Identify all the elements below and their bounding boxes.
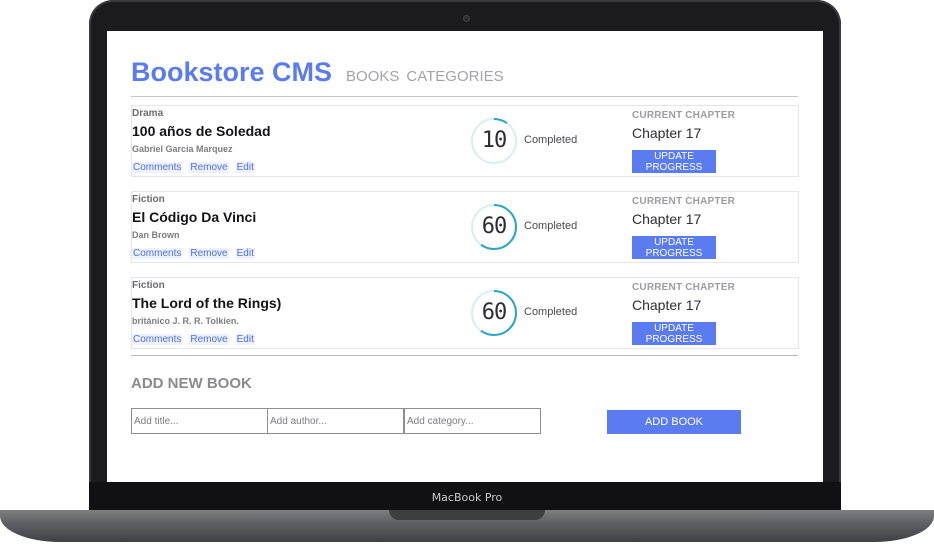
book-title: The Lord of the Rings) xyxy=(132,295,282,311)
laptop-frame: Bookstore CMS BOOKS CATEGORIES Drama 100… xyxy=(0,0,934,554)
edit-button[interactable]: Edit xyxy=(235,248,255,259)
add-book-button[interactable]: ADD BOOK xyxy=(607,410,741,434)
header-divider xyxy=(131,96,798,97)
app-header: Bookstore CMS BOOKS CATEGORIES xyxy=(131,57,511,88)
current-chapter-label: CURRENT CHAPTER xyxy=(632,196,735,207)
progress-label: Completed xyxy=(524,134,578,146)
update-progress-button[interactable]: UPDATE PROGRESS xyxy=(632,236,716,259)
book-category: Fiction xyxy=(132,194,165,205)
current-chapter: Chapter 17 xyxy=(632,297,702,313)
progress-label: Completed xyxy=(524,306,578,318)
progress-percent: 60 xyxy=(481,214,508,239)
book-title: 100 años de Soledad xyxy=(132,123,271,139)
app-screen: Bookstore CMS BOOKS CATEGORIES Drama 100… xyxy=(107,31,823,482)
form-divider xyxy=(131,355,798,356)
book-card: Fiction The Lord of the Rings) británico… xyxy=(131,277,799,349)
edit-button[interactable]: Edit xyxy=(235,334,255,345)
book-author: Gabriel Garcia Marquez xyxy=(132,144,233,154)
app-logo[interactable]: Bookstore CMS xyxy=(131,57,332,88)
comments-button[interactable]: Comments xyxy=(132,162,183,173)
current-chapter-label: CURRENT CHAPTER xyxy=(632,110,735,121)
nav-categories[interactable]: CATEGORIES xyxy=(406,68,503,85)
add-category-input[interactable] xyxy=(404,408,541,434)
comments-button[interactable]: Comments xyxy=(132,248,183,259)
book-author: británico J. R. R. Tolkien. xyxy=(132,316,239,326)
add-title-input[interactable] xyxy=(131,408,268,434)
book-actions: Comments Remove Edit xyxy=(132,248,255,259)
book-title: El Código Da Vinci xyxy=(132,209,257,225)
add-author-input[interactable] xyxy=(267,408,404,434)
book-actions: Comments Remove Edit xyxy=(132,334,255,345)
remove-button[interactable]: Remove xyxy=(189,162,229,173)
book-card: Drama 100 años de Soledad Gabriel Garcia… xyxy=(131,105,799,177)
laptop-notch xyxy=(389,510,545,520)
progress-percent: 10 xyxy=(481,128,508,153)
book-card: Fiction El Código Da Vinci Dan Brown Com… xyxy=(131,191,799,263)
book-category: Drama xyxy=(132,108,164,119)
current-chapter-label: CURRENT CHAPTER xyxy=(632,282,735,293)
edit-button[interactable]: Edit xyxy=(235,162,255,173)
update-progress-button[interactable]: UPDATE PROGRESS xyxy=(632,322,716,345)
progress-label: Completed xyxy=(524,220,578,232)
nav-books[interactable]: BOOKS xyxy=(346,68,399,85)
camera-icon xyxy=(463,15,470,22)
book-actions: Comments Remove Edit xyxy=(132,162,255,173)
progress-percent: 60 xyxy=(481,300,508,325)
update-progress-button[interactable]: UPDATE PROGRESS xyxy=(632,150,716,173)
current-chapter: Chapter 17 xyxy=(632,125,702,141)
book-category: Fiction xyxy=(132,280,165,291)
remove-button[interactable]: Remove xyxy=(189,334,229,345)
comments-button[interactable]: Comments xyxy=(132,334,183,345)
current-chapter: Chapter 17 xyxy=(632,211,702,227)
book-author: Dan Brown xyxy=(132,230,180,240)
laptop-brand-label: MacBook Pro xyxy=(431,491,503,504)
remove-button[interactable]: Remove xyxy=(189,248,229,259)
add-book-heading: ADD NEW BOOK xyxy=(131,375,252,392)
